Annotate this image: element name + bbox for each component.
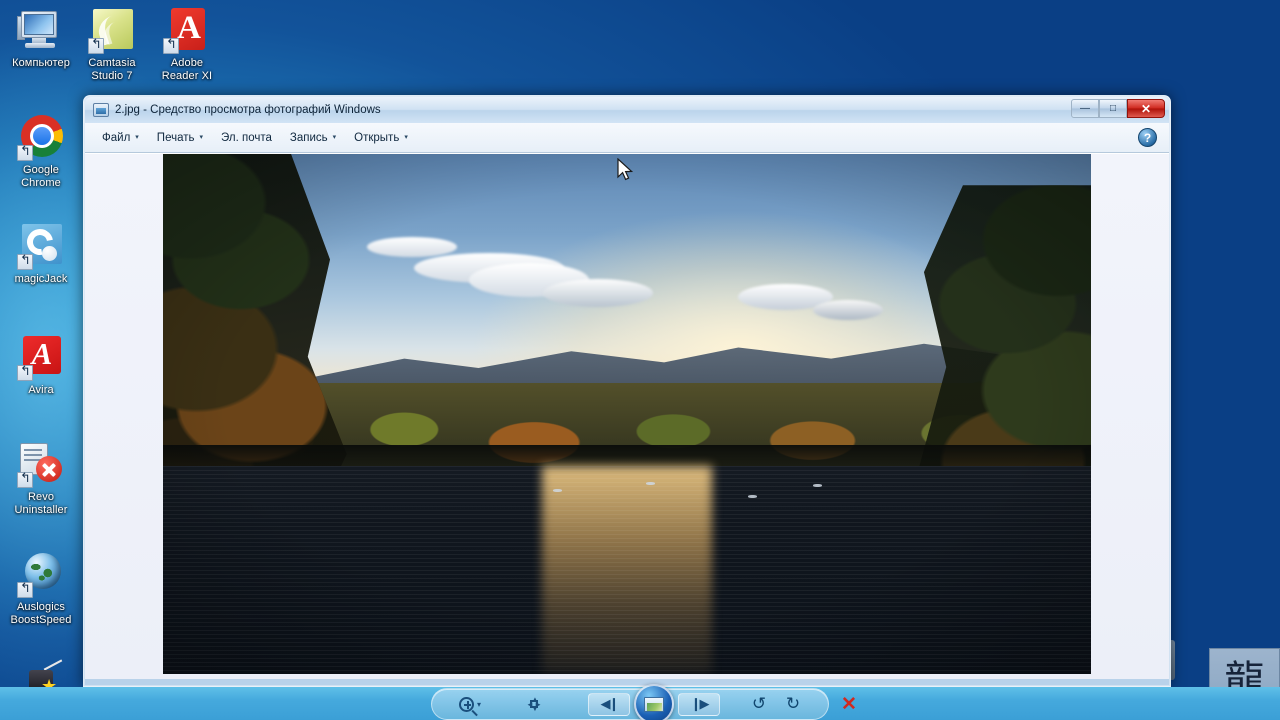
slideshow-icon	[644, 696, 664, 712]
slideshow-button[interactable]	[634, 684, 674, 720]
chevron-down-icon: ▾	[332, 134, 337, 141]
window-title-bar[interactable]: 2.jpg - Средство просмотра фотографий Wi…	[85, 97, 1169, 123]
desktop-icon-auslogics-boostspeed[interactable]: Auslogics BoostSpeed	[2, 550, 80, 626]
menu-label: Запись	[289, 131, 328, 144]
revo-uninstaller-icon	[17, 440, 65, 488]
maximize-button[interactable]: □	[1099, 99, 1127, 118]
fit-to-window-icon: ◄ ► ▲ ▼	[526, 694, 542, 713]
desktop-icon-camtasia-studio-7[interactable]: Camtasia Studio 7	[73, 6, 151, 82]
next-button[interactable]: ❙▶	[678, 692, 720, 716]
window-title: 2.jpg - Средство просмотра фотографий Wi…	[115, 104, 381, 116]
adobe-reader-icon: A	[163, 6, 211, 54]
menu-label: Эл. почта	[221, 131, 272, 144]
desktop-icon-label: Компьютер	[12, 57, 70, 69]
previous-icon: ◀❙	[600, 696, 620, 711]
menu-burn[interactable]: Запись ▾	[281, 128, 345, 148]
desktop-icon-label: Google Chrome	[21, 164, 61, 189]
rotate-right-button[interactable]: ↻	[776, 691, 810, 717]
minimize-button[interactable]: —	[1071, 99, 1099, 118]
zoom-in-icon	[458, 696, 474, 712]
desktop-icon-avira[interactable]: A Avira	[2, 333, 80, 397]
menu-label: Печать	[156, 131, 195, 144]
close-button[interactable]: ✕	[1127, 99, 1165, 118]
photo-image[interactable]	[163, 154, 1091, 674]
menu-file[interactable]: Файл ▾	[93, 128, 148, 148]
menu-email[interactable]: Эл. почта	[212, 128, 281, 148]
rotate-left-icon: ↺	[751, 694, 767, 713]
chevron-down-icon: ▾	[199, 134, 203, 141]
fit-to-window-button[interactable]: ◄ ► ▲ ▼	[514, 691, 554, 717]
previous-button[interactable]: ◀❙	[588, 692, 630, 716]
desktop-icon-label: Avira	[28, 384, 54, 396]
rotate-right-icon: ↻	[785, 694, 801, 713]
rotate-left-button[interactable]: ↺	[742, 691, 776, 717]
camtasia-icon	[88, 6, 136, 54]
photo-viewer-window: 2.jpg - Средство просмотра фотографий Wi…	[83, 95, 1171, 687]
delete-button[interactable]: ✕	[832, 691, 866, 717]
menu-print[interactable]: Печать ▾	[148, 128, 212, 148]
desktop-icon-label: Camtasia Studio 7	[88, 57, 136, 82]
chevron-down-icon: ▾	[476, 699, 481, 709]
avira-icon: A	[17, 333, 65, 381]
menu-label: Файл	[102, 131, 131, 144]
photo-icon	[93, 103, 109, 117]
menu-bar: Файл ▾ Печать ▾ Эл. почта Запись ▾ Откры…	[85, 123, 1169, 153]
next-icon: ❙▶	[690, 696, 710, 711]
chrome-icon	[17, 113, 65, 161]
chevron-down-icon: ▾	[404, 134, 408, 141]
auslogics-boostspeed-icon	[17, 550, 65, 598]
photo-vignette	[163, 154, 1091, 674]
delete-icon: ✕	[841, 693, 857, 715]
desktop-icon-google-chrome[interactable]: Google Chrome	[2, 113, 80, 189]
menu-open[interactable]: Открыть ▾	[345, 128, 417, 148]
desktop-icon-label: magicJack	[14, 273, 68, 285]
desktop-icon-computer[interactable]: Компьютер	[2, 6, 80, 70]
desktop-icon-label: Auslogics BoostSpeed	[10, 601, 72, 626]
desktop-icon-magicjack[interactable]: magicJack	[2, 222, 80, 286]
menu-label: Открыть	[354, 131, 400, 144]
viewer-toolbar: ▾ ◄ ► ▲ ▼ ◀❙ ❙▶ ↺ ↻ ✕	[431, 684, 857, 720]
help-button[interactable]: ?	[1138, 128, 1157, 147]
window-controls: — □ ✕	[1071, 99, 1165, 118]
chevron-down-icon: ▾	[135, 134, 139, 141]
magicjack-icon	[17, 222, 65, 270]
desktop-icon-revo-uninstaller[interactable]: Revo Uninstaller	[2, 440, 80, 516]
desktop-icon-label: Adobe Reader XI	[161, 57, 213, 82]
image-viewport[interactable]	[85, 153, 1169, 679]
computer-icon	[17, 6, 65, 54]
zoom-button[interactable]: ▾	[448, 691, 492, 717]
desktop-icon-adobe-reader-xi[interactable]: A Adobe Reader XI	[148, 6, 226, 82]
desktop-icon-label: Revo Uninstaller	[14, 491, 68, 516]
